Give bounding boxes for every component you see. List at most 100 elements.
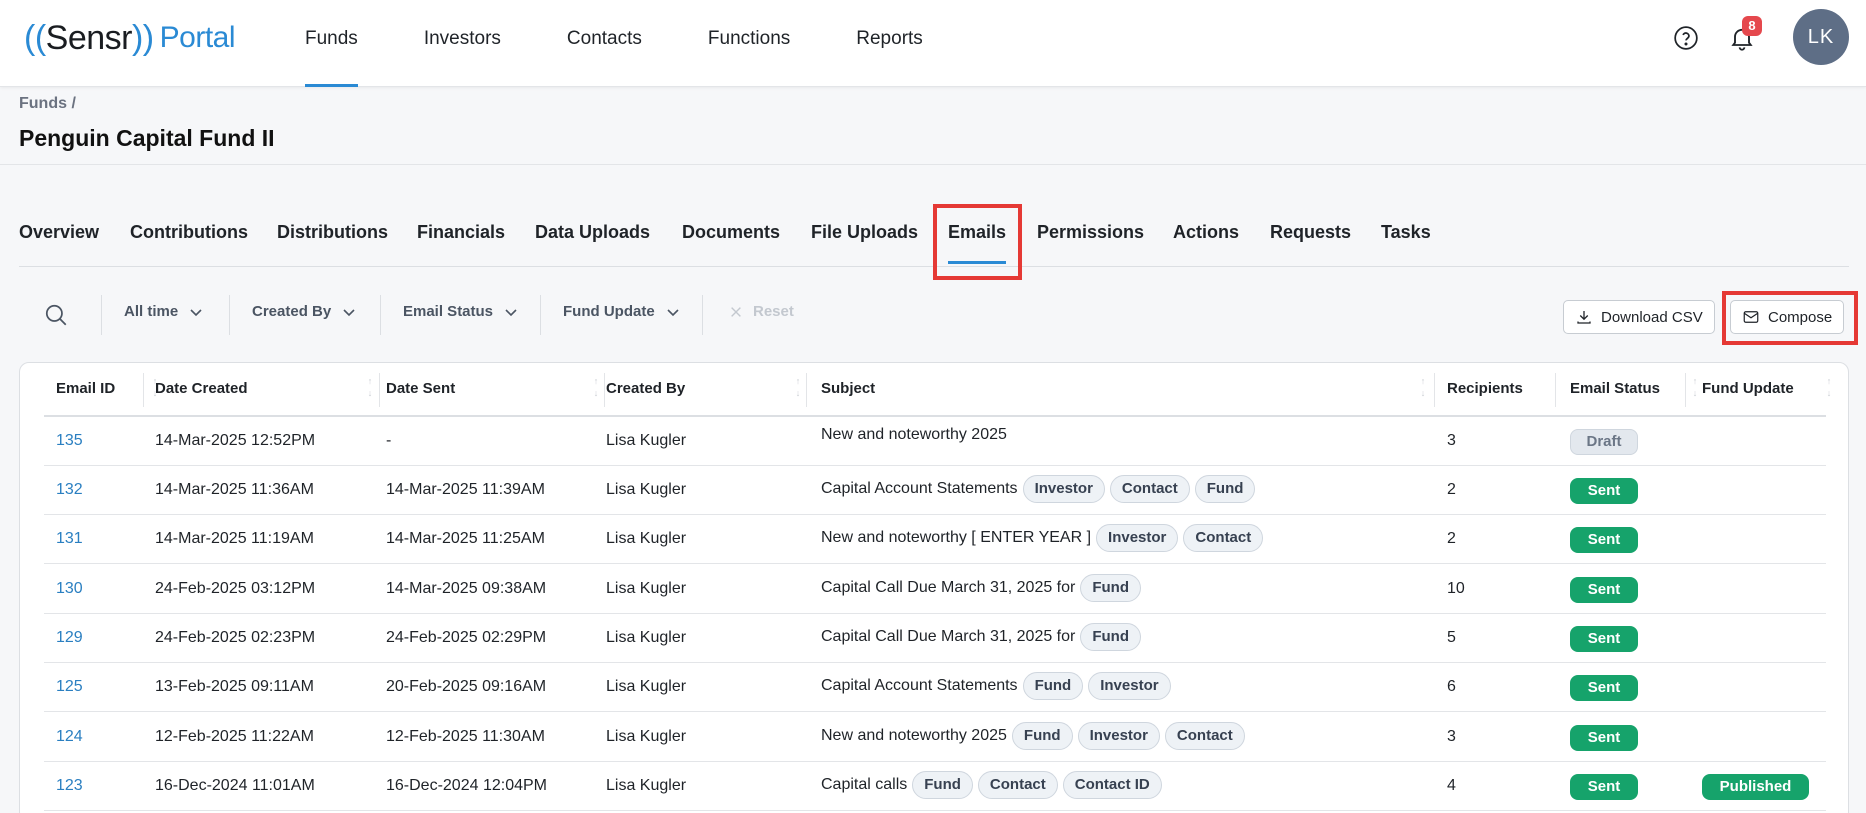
filter-divider xyxy=(702,295,703,335)
chevron-down-icon xyxy=(667,308,679,316)
breadcrumb[interactable]: Funds / xyxy=(19,95,76,113)
reset-label: Reset xyxy=(753,303,794,320)
search-icon[interactable] xyxy=(43,302,69,328)
recipients-cell: 6 xyxy=(1447,678,1456,695)
subject-text: New and noteworthy [ ENTER YEAR ] xyxy=(821,529,1092,546)
download-csv-button[interactable]: Download CSV xyxy=(1563,300,1715,334)
column-email-status[interactable]: Email Status xyxy=(1570,380,1660,397)
column-divider xyxy=(1434,373,1435,407)
time-filter-dropdown[interactable]: All time xyxy=(124,303,204,320)
nav-functions[interactable]: Functions xyxy=(708,0,790,87)
subject-cell[interactable]: Capital Call Due March 31, 2025 for Fund xyxy=(821,574,1142,602)
sort-icon[interactable]: ↑ ↓ xyxy=(1824,375,1834,405)
status-badge: Sent xyxy=(1570,675,1638,701)
nav-contacts[interactable]: Contacts xyxy=(567,0,642,87)
date-created-cell: 14-Mar-2025 11:36AM xyxy=(155,481,314,498)
tab-financials[interactable]: Financials xyxy=(417,222,505,243)
emails-table: Email ID ↑ ↓ Date Created ↑ ↓ Date Sent ↑ ↓… xyxy=(19,362,1849,813)
help-icon[interactable] xyxy=(1673,25,1699,51)
column-created-by[interactable]: Created By xyxy=(606,380,685,397)
subject-text: Capital Account Statements xyxy=(821,480,1018,497)
reset-filters-button[interactable]: Reset xyxy=(729,303,794,320)
column-subject[interactable]: Subject xyxy=(821,380,875,397)
tab-requests[interactable]: Requests xyxy=(1270,222,1351,243)
date-created-cell: 16-Dec-2024 11:01AM xyxy=(155,777,315,794)
tab-file-uploads[interactable]: File Uploads xyxy=(811,222,918,243)
merge-tag: Fund xyxy=(1080,574,1142,602)
nav-reports[interactable]: Reports xyxy=(856,0,923,87)
column-recipients: Recipients xyxy=(1447,380,1523,397)
date-sent-cell: 20-Feb-2025 09:16AM xyxy=(386,678,547,695)
table-row[interactable]: 131 14-Mar-2025 11:19AM 14-Mar-2025 11:2… xyxy=(44,515,1826,564)
tab-actions[interactable]: Actions xyxy=(1173,222,1239,243)
emails-tab-highlight xyxy=(933,204,1022,280)
subject-text: Capital Call Due March 31, 2025 for xyxy=(821,579,1076,596)
column-date-sent[interactable]: Date Sent xyxy=(386,380,455,397)
table-row[interactable]: 132 14-Mar-2025 11:36AM 14-Mar-2025 11:3… xyxy=(44,466,1826,515)
table-row[interactable]: 123 16-Dec-2024 11:01AM 16-Dec-2024 12:0… xyxy=(44,762,1826,811)
created-by-filter-label: Created By xyxy=(252,303,332,320)
email-id-link[interactable]: 123 xyxy=(56,777,83,795)
subject-cell[interactable]: New and noteworthy 2025 xyxy=(821,426,1007,444)
email-id-link[interactable]: 135 xyxy=(56,432,83,450)
date-created-cell: 14-Mar-2025 12:52PM xyxy=(155,432,316,449)
email-id-link[interactable]: 130 xyxy=(56,580,83,598)
email-status-filter-dropdown[interactable]: Email Status xyxy=(403,303,519,320)
download-icon xyxy=(1577,311,1591,324)
email-id-link[interactable]: 129 xyxy=(56,629,83,647)
email-status-filter-label: Email Status xyxy=(403,303,494,320)
chevron-down-icon xyxy=(505,308,517,316)
table-row[interactable]: 135 14-Mar-2025 12:52PM - Lisa Kugler Ne… xyxy=(44,417,1826,466)
subject-cell[interactable]: New and noteworthy 2025 Fund Investor Co… xyxy=(821,722,1245,750)
subject-cell[interactable]: Capital Account Statements Fund Investor xyxy=(821,672,1171,700)
column-divider xyxy=(1685,373,1686,407)
tab-distributions[interactable]: Distributions xyxy=(277,222,388,243)
created-by-cell: Lisa Kugler xyxy=(606,481,687,498)
nav-funds[interactable]: Funds xyxy=(305,0,358,87)
tab-permissions[interactable]: Permissions xyxy=(1037,222,1144,243)
column-fund-update[interactable]: Fund Update xyxy=(1702,380,1794,397)
sensr-portal-logo[interactable]: ((Sensr)) Portal xyxy=(24,18,236,58)
tab-tasks[interactable]: Tasks xyxy=(1381,222,1431,243)
top-navigation-bar: ((Sensr)) Portal Funds Investors Contacts… xyxy=(0,0,1866,87)
column-date-created[interactable]: Date Created xyxy=(155,380,248,397)
table-row[interactable]: 129 24-Feb-2025 02:23PM 24-Feb-2025 02:2… xyxy=(44,614,1826,663)
merge-tag: Investor xyxy=(1022,475,1105,503)
recipients-cell: 3 xyxy=(1447,432,1456,449)
subject-cell[interactable]: New and noteworthy [ ENTER YEAR ] Invest… xyxy=(821,524,1264,552)
status-badge: Sent xyxy=(1570,527,1638,553)
status-badge: Sent xyxy=(1570,774,1638,800)
published-badge: Published xyxy=(1702,774,1809,800)
email-id-link[interactable]: 124 xyxy=(56,728,83,746)
email-id-link[interactable]: 132 xyxy=(56,481,83,499)
sort-icon[interactable]: ↑ ↓ xyxy=(1690,375,1700,405)
tab-contributions[interactable]: Contributions xyxy=(130,222,248,243)
nav-investors[interactable]: Investors xyxy=(424,0,501,87)
column-email-id[interactable]: Email ID xyxy=(56,380,115,397)
tab-overview[interactable]: Overview xyxy=(19,222,99,243)
created-by-cell: Lisa Kugler xyxy=(606,678,687,695)
subject-cell[interactable]: Capital calls Fund Contact Contact ID xyxy=(821,771,1162,799)
tab-data-uploads[interactable]: Data Uploads xyxy=(535,222,650,243)
sort-icon[interactable]: ↑ ↓ xyxy=(1418,375,1428,405)
fund-update-filter-dropdown[interactable]: Fund Update xyxy=(563,303,681,320)
logo-close-parens: )) xyxy=(131,18,154,57)
user-avatar[interactable]: LK xyxy=(1793,9,1849,65)
table-row[interactable]: 130 24-Feb-2025 03:12PM 14-Mar-2025 09:3… xyxy=(44,565,1826,614)
subject-cell[interactable]: Capital Account Statements Investor Cont… xyxy=(821,475,1256,503)
table-row[interactable]: 125 13-Feb-2025 09:11AM 20-Feb-2025 09:1… xyxy=(44,663,1826,712)
date-created-cell: 24-Feb-2025 03:12PM xyxy=(155,580,316,597)
email-id-link[interactable]: 131 xyxy=(56,530,83,548)
sort-icon[interactable]: ↑ ↓ xyxy=(591,375,601,405)
recipients-cell: 4 xyxy=(1447,777,1456,794)
recipients-cell: 2 xyxy=(1447,530,1456,547)
table-row[interactable]: 124 12-Feb-2025 11:22AM 12-Feb-2025 11:3… xyxy=(44,713,1826,762)
created-by-filter-dropdown[interactable]: Created By xyxy=(252,303,357,320)
email-id-link[interactable]: 125 xyxy=(56,678,83,696)
sort-icon[interactable]: ↑ ↓ xyxy=(365,375,375,405)
subject-cell[interactable]: Capital Call Due March 31, 2025 for Fund xyxy=(821,623,1142,651)
sort-icon[interactable]: ↑ ↓ xyxy=(793,375,803,405)
tab-documents[interactable]: Documents xyxy=(682,222,780,243)
filter-divider xyxy=(380,295,381,335)
created-by-cell: Lisa Kugler xyxy=(606,530,687,547)
